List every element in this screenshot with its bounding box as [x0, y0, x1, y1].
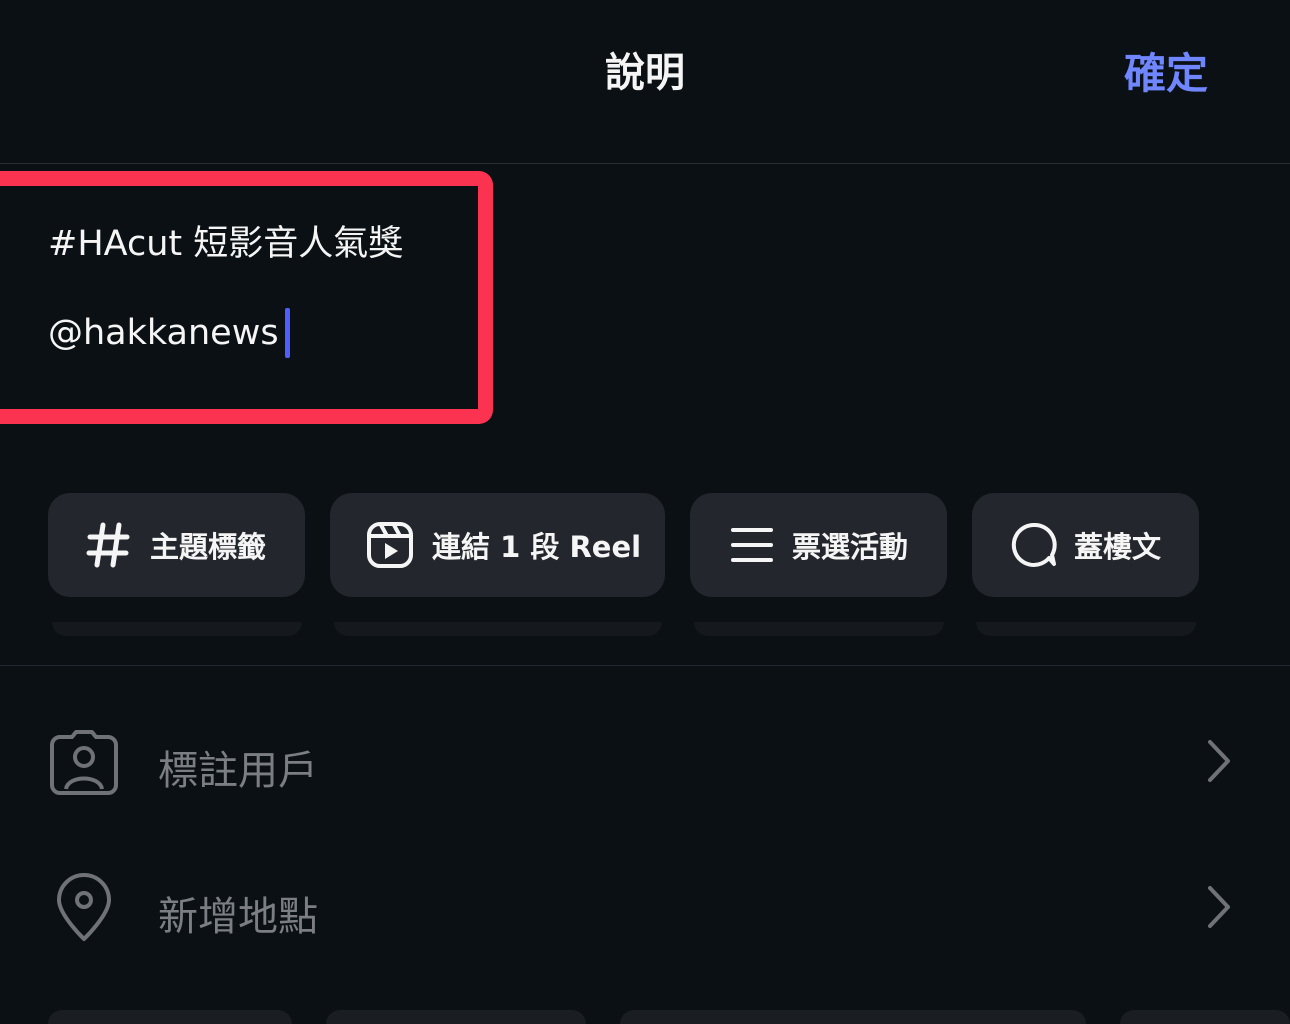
confirm-button[interactable]: 確定 [1124, 40, 1208, 101]
chevron-right-icon [1208, 740, 1230, 782]
location-suggestion-chip[interactable] [1120, 1010, 1290, 1024]
chip-link-reel-label: 連結 1 段 Reel [432, 530, 642, 564]
tag-people-row[interactable]: 標註用戶 [0, 702, 1290, 822]
page-title: 說明 [605, 50, 685, 96]
add-location-row[interactable]: 新增地點 [0, 848, 1290, 968]
reel-icon [366, 521, 414, 569]
list-icon [728, 521, 776, 569]
chip-shadow [694, 622, 944, 636]
add-location-label: 新增地點 [158, 894, 318, 940]
chip-hashtags[interactable]: 主題標籤 [48, 493, 305, 597]
chip-shadow [976, 622, 1196, 636]
caption-highlight-box [0, 171, 493, 424]
caption-line-hashtag[interactable]: #HAcut 短影音人氣獎 [48, 222, 403, 266]
location-suggestion-chip[interactable] [48, 1010, 292, 1024]
caption-line-mention[interactable]: @hakkanews [48, 308, 290, 358]
header: 說明 確定 [0, 0, 1290, 164]
chip-poll-label: 票選活動 [792, 530, 909, 564]
location-pin-icon [48, 872, 120, 944]
tag-user-icon [48, 726, 120, 798]
chip-hashtags-label: 主題標籤 [150, 530, 267, 564]
section-divider [0, 665, 1290, 666]
location-suggestion-chip[interactable] [326, 1010, 586, 1024]
chevron-right-icon [1208, 886, 1230, 928]
caption-mention-text: @hakkanews [48, 313, 279, 353]
chat-bubble-icon [1010, 521, 1058, 569]
location-suggestion-chip[interactable] [620, 1010, 1086, 1024]
chip-poll[interactable]: 票選活動 [690, 493, 947, 597]
chip-shadow [334, 622, 662, 636]
chip-link-reel[interactable]: 連結 1 段 Reel [330, 493, 665, 597]
chip-shadow [52, 622, 302, 636]
hashtag-icon [84, 521, 132, 569]
text-cursor [284, 308, 290, 358]
chip-thread[interactable]: 蓋樓文 [972, 493, 1199, 597]
tag-people-label: 標註用戶 [158, 748, 318, 794]
chip-thread-label: 蓋樓文 [1074, 530, 1162, 564]
